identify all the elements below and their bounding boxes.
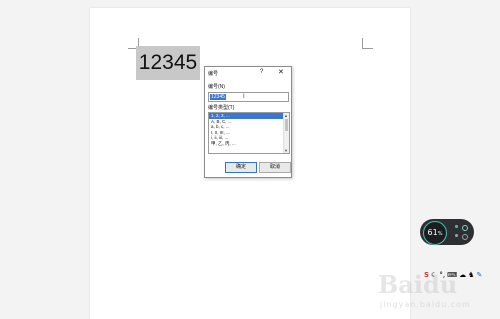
page-corner-mark-top-right <box>362 38 373 49</box>
list-scrollbar[interactable]: ▲ ▼ <box>283 113 289 153</box>
cloud-icon[interactable]: ☁ <box>459 270 466 280</box>
ime-icon[interactable]: S <box>424 270 429 280</box>
scroll-thumb[interactable] <box>285 119 288 131</box>
selected-number-text[interactable]: 12345 <box>136 46 200 80</box>
moon-icon[interactable]: ☾ <box>431 270 437 280</box>
numbering-dialog: 编号 ? ✕ 编号(N) 12345 I 编号类型(T) 1, 2, 3, ..… <box>204 66 292 178</box>
text-cursor-icon: I <box>243 94 245 100</box>
scroll-up-icon[interactable]: ▲ <box>284 113 288 118</box>
scroll-down-icon[interactable]: ▼ <box>284 148 288 153</box>
dialog-title: 编号 <box>208 71 219 77</box>
memory-usage-gauge: 61% <box>423 221 447 245</box>
number-type-list[interactable]: 1, 2, 3, ... A, B, C, ... a, b, c, ... I… <box>208 112 290 154</box>
memory-percent: 61 <box>427 228 438 237</box>
shirt-icon[interactable]: ♞ <box>468 270 474 280</box>
number-input-value: 12345 <box>210 94 226 100</box>
punctuation-icon[interactable]: °, <box>439 270 445 280</box>
close-icon[interactable]: ✕ <box>278 68 284 76</box>
disk-icon <box>462 234 468 240</box>
cancel-button[interactable]: 取消 <box>259 162 291 173</box>
number-type-label: 编号类型(T) <box>208 105 235 111</box>
percent-sign: % <box>437 231 443 237</box>
ok-button[interactable]: 确定 <box>225 162 257 173</box>
number-label: 编号(N) <box>208 84 225 90</box>
list-item[interactable]: 甲, 乙, 丙, ... <box>209 141 283 147</box>
help-icon[interactable]: ? <box>260 69 263 75</box>
ime-toolbar: S ☾ °, ⌨ ☁ ♞ ✎ <box>424 268 500 282</box>
keyboard-icon[interactable]: ⌨ <box>447 270 457 280</box>
network-up-icon <box>455 225 458 228</box>
pencil-icon[interactable]: ✎ <box>476 270 482 280</box>
cpu-icon <box>455 234 458 237</box>
number-input[interactable]: 12345 I <box>208 92 289 102</box>
watermark-text: jingyan.baidu.com <box>380 300 471 309</box>
network-down-icon <box>462 225 468 231</box>
performance-widget[interactable]: 61% <box>420 219 474 245</box>
